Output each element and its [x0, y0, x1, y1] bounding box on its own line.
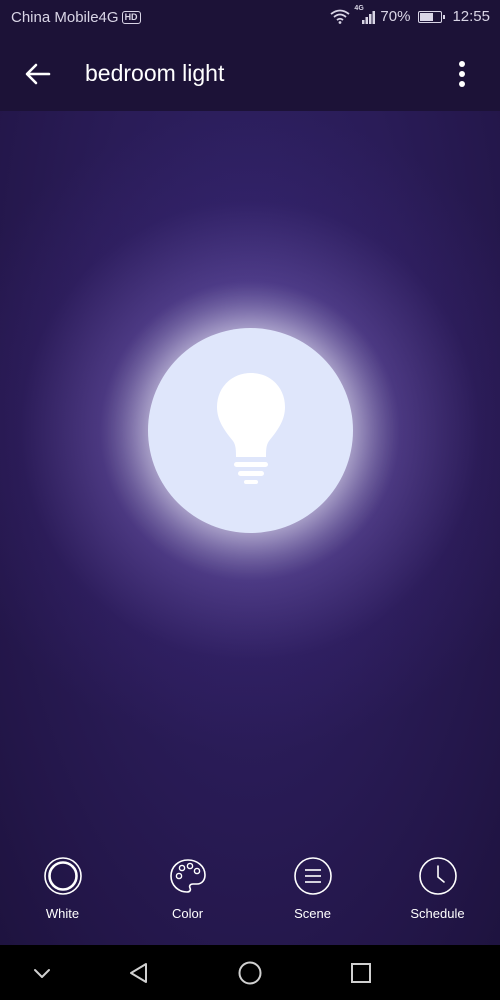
clock-icon	[418, 856, 458, 896]
mode-tab-bar: White Color Scene Schedule	[0, 840, 500, 945]
back-triangle-icon	[130, 963, 147, 983]
mode-schedule-label: Schedule	[410, 906, 465, 921]
hd-badge: HD	[121, 11, 141, 24]
status-indicators: 4G 70% 12:55	[330, 5, 490, 25]
system-back-button[interactable]	[125, 959, 153, 987]
clock-time: 12:55	[452, 8, 490, 25]
cellular-signal-icon: 4G	[354, 5, 376, 25]
system-home-button[interactable]	[236, 959, 264, 987]
mode-color-label: Color	[171, 906, 204, 921]
recents-square-icon	[351, 963, 371, 983]
system-nav-bar	[0, 945, 500, 1000]
wifi-icon	[330, 9, 350, 24]
battery-level	[420, 12, 434, 21]
back-button[interactable]	[20, 56, 56, 92]
home-circle-icon	[238, 961, 262, 985]
mode-scene-label: Scene	[294, 906, 331, 921]
scene-lines-icon	[293, 856, 333, 896]
carrier-name: China Mobile4G	[11, 9, 119, 26]
mode-white[interactable]: White	[8, 840, 118, 945]
light-control-area	[0, 111, 500, 945]
circle-ring-icon	[43, 856, 83, 896]
status-bar: China Mobile4G HD 4G 70% 12:55	[0, 0, 500, 36]
mode-color[interactable]: Color	[133, 840, 243, 945]
chevron-down-icon	[34, 969, 50, 978]
hide-nav-button[interactable]	[28, 959, 56, 987]
light-power-toggle[interactable]	[148, 328, 353, 533]
light-bulb-icon	[216, 372, 285, 484]
mode-schedule[interactable]: Schedule	[383, 840, 493, 945]
battery-percent: 70%	[380, 8, 411, 25]
mode-scene[interactable]: Scene	[258, 840, 368, 945]
page-title: bedroom light	[85, 60, 225, 86]
more-vertical-icon	[459, 61, 465, 87]
app-screen: China Mobile4G HD 4G 70% 12:55 bedroom l…	[0, 0, 500, 1000]
app-bar: bedroom light	[0, 36, 500, 111]
arrow-left-icon	[25, 63, 51, 85]
more-options-button[interactable]	[448, 56, 476, 92]
palette-icon	[168, 856, 208, 896]
carrier-info: China Mobile4G HD	[11, 9, 141, 26]
battery-icon	[418, 10, 446, 23]
system-recents-button[interactable]	[347, 959, 375, 987]
mode-white-label: White	[45, 906, 80, 921]
